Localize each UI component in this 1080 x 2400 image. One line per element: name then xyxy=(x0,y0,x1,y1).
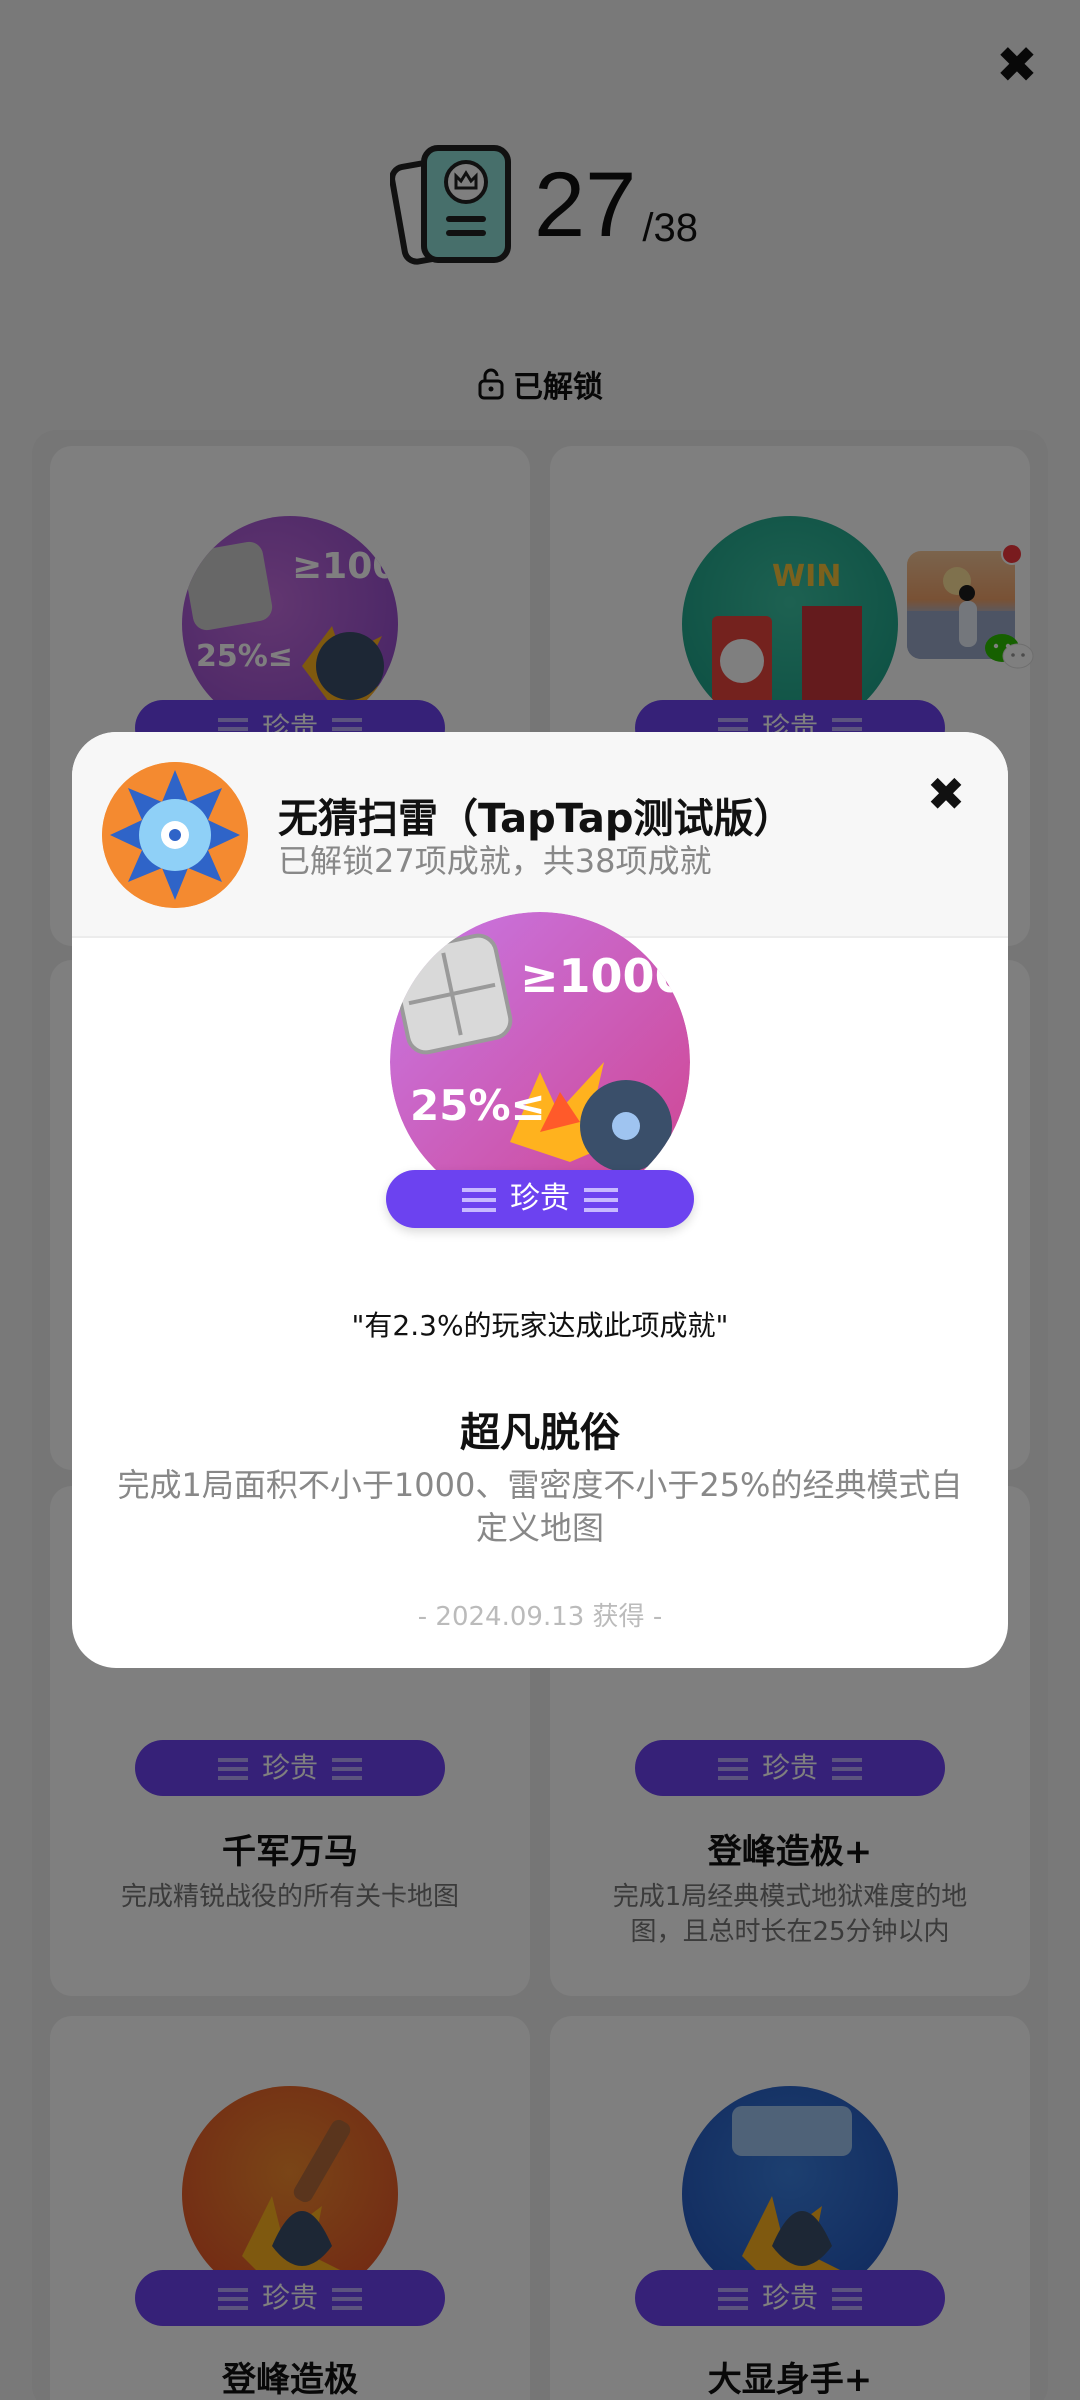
achievement-description: 完成1局面积不小于1000、雷密度不小于25%的经典模式自定义地图 xyxy=(117,1466,963,1548)
achievement-medal: ≥1000 25%≤ xyxy=(390,912,690,1212)
medal-text-bottom: 25%≤ xyxy=(410,1081,546,1130)
achievement-title: 超凡脱俗 xyxy=(460,1410,620,1456)
close-icon[interactable]: ✖ xyxy=(924,771,968,817)
obtained-date: - 2024.09.13 获得 - xyxy=(417,1602,663,1632)
game-icon xyxy=(102,762,248,908)
medal-text-top: ≥1000 xyxy=(520,949,687,1003)
modal-header: 无猜扫雷（TapTap测试版） 已解锁27项成就，共38项成就 ✖ xyxy=(72,732,1008,938)
rarity-quote: "有2.3%的玩家达成此项成就" xyxy=(351,1309,729,1342)
unlock-summary: 已解锁27项成就，共38项成就 xyxy=(278,842,712,880)
rarity-badge: 珍贵 xyxy=(386,1170,694,1228)
achievement-detail-modal: 无猜扫雷（TapTap测试版） 已解锁27项成就，共38项成就 ✖ ≥1000 … xyxy=(72,732,1008,1668)
